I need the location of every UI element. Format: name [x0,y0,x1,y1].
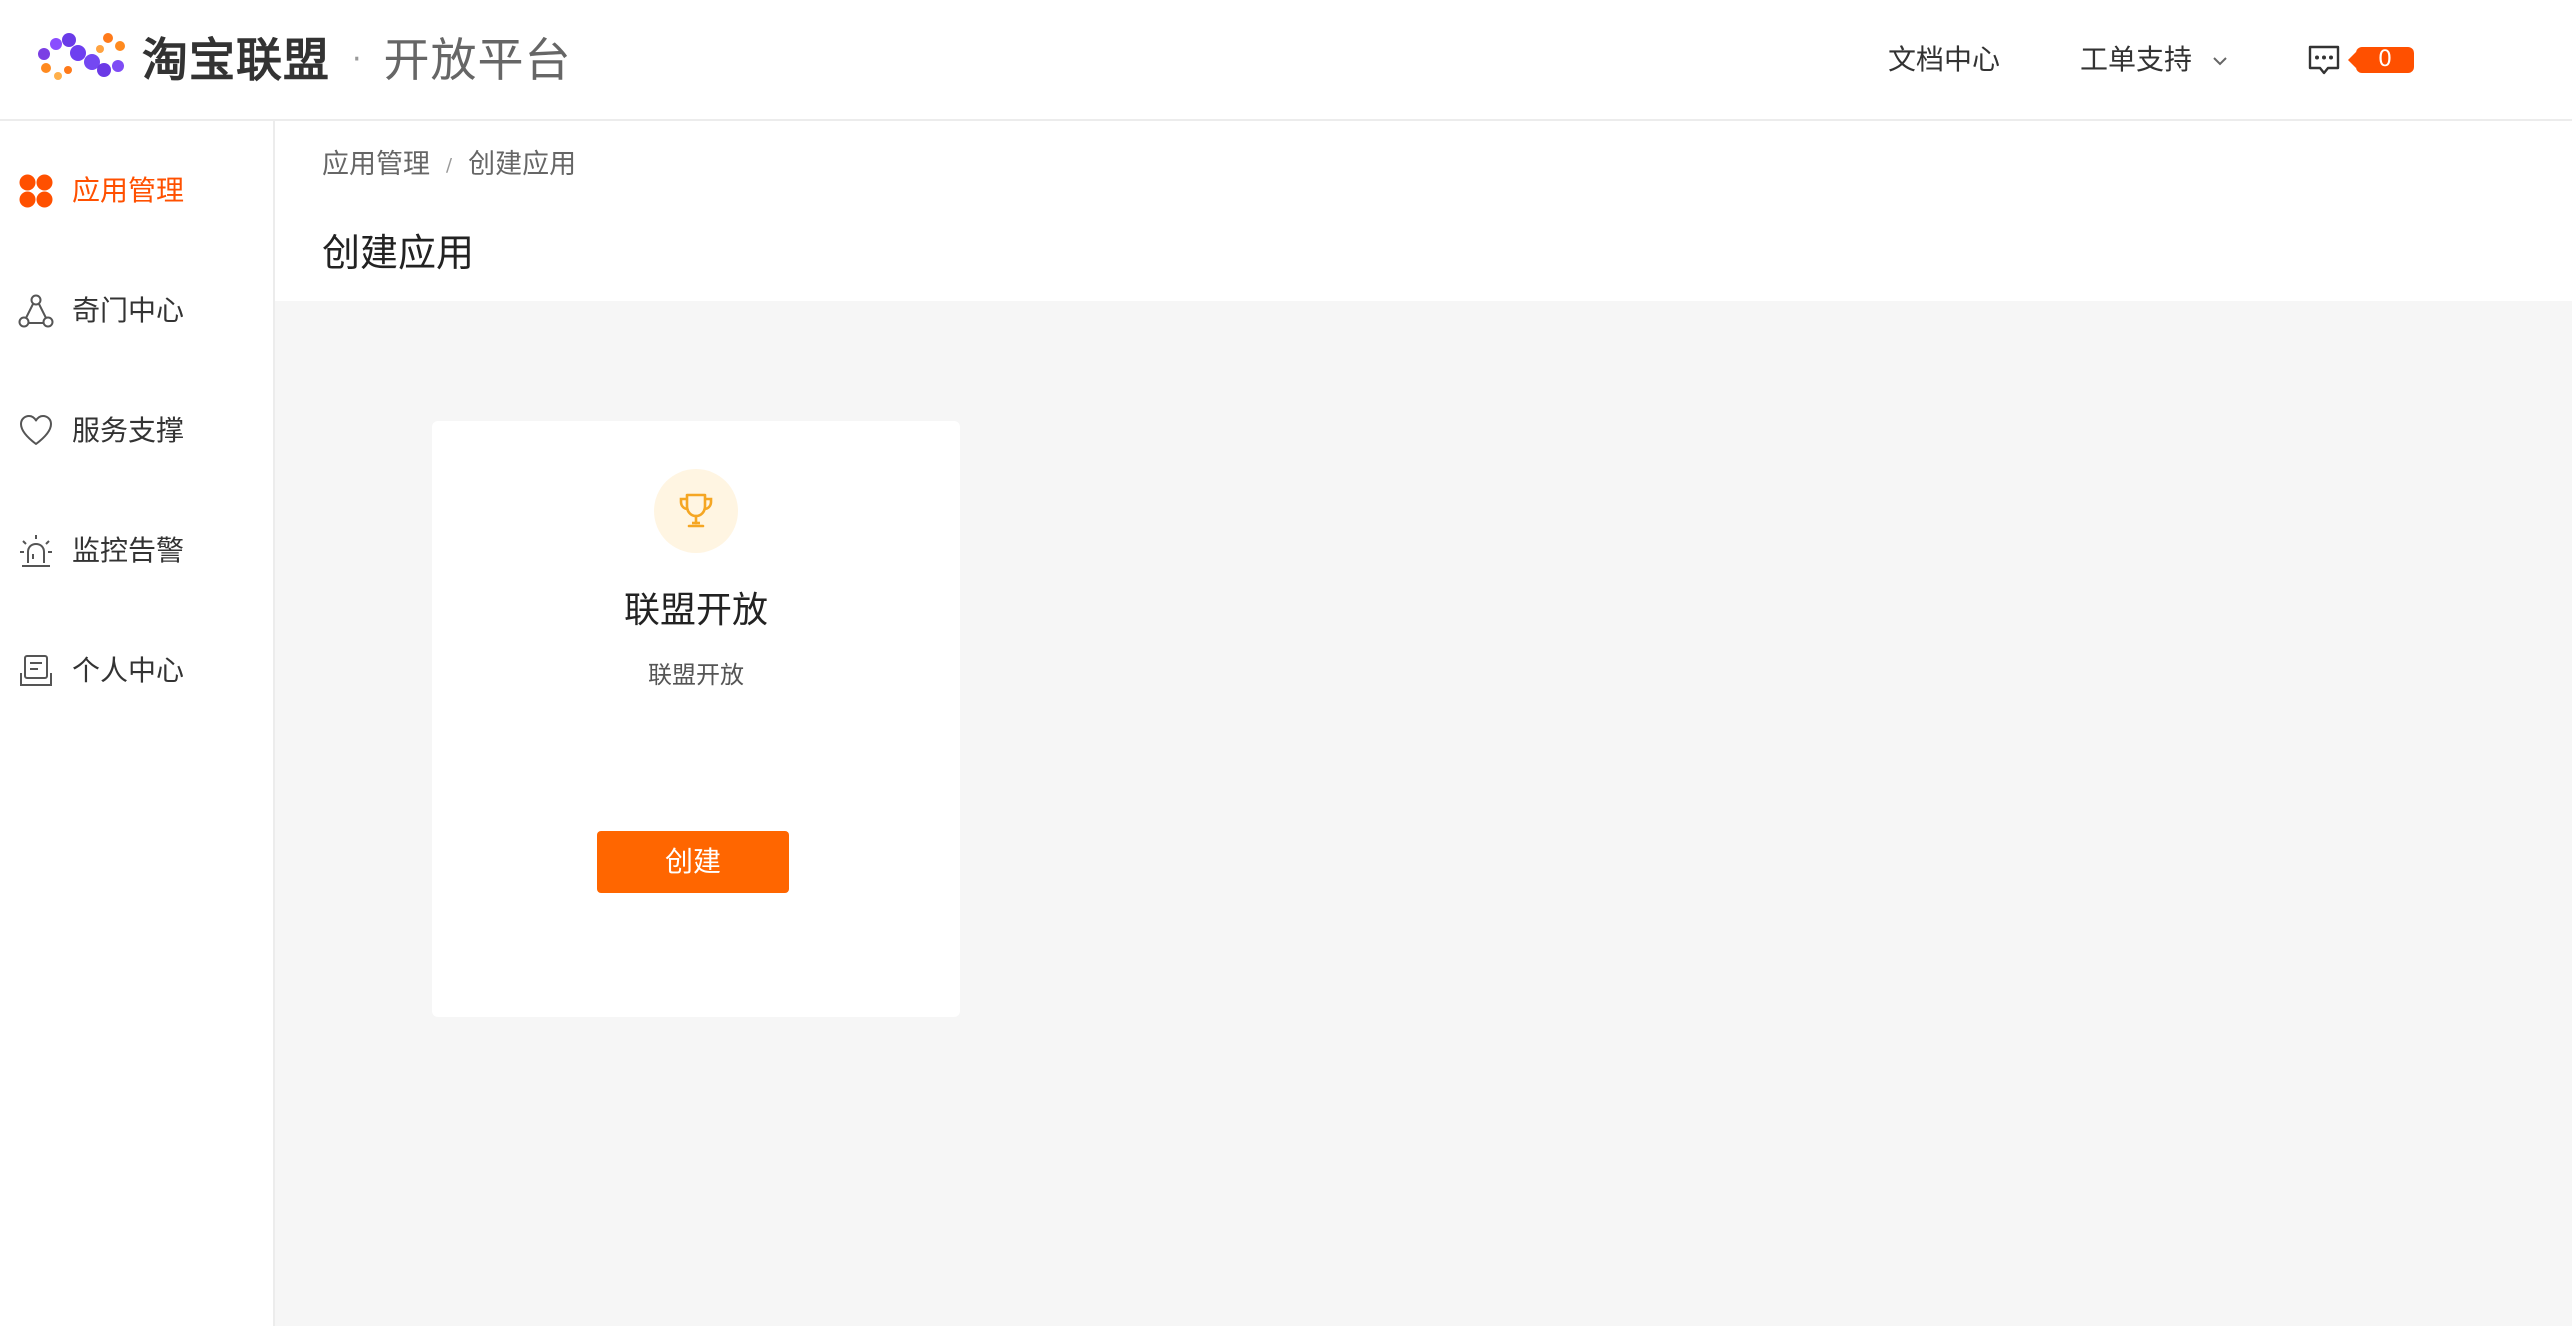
nav-docs-center[interactable]: 文档中心 [1888,36,2000,84]
trophy-icon [679,493,713,528]
content-area: 联盟开放 联盟开放 创建 [275,301,2572,1326]
network-icon [18,294,54,328]
breadcrumb-item-app-management[interactable]: 应用管理 [322,149,430,180]
page-title: 创建应用 [322,231,475,275]
nav-ticket-support-label: 工单支持 [2080,43,2193,76]
chevron-down-icon [2213,57,2227,66]
page-header: 应用管理 / 创建应用 创建应用 [275,121,2572,301]
create-button[interactable]: 创建 [597,831,789,893]
breadcrumb: 应用管理 / 创建应用 [322,143,576,188]
breadcrumb-separator: / [446,154,453,176]
grid-icon [19,174,53,208]
top-header: 淘宝联盟 · 开放平台 文档中心 工单支持 0 [0,0,2572,121]
sidebar-item-personal-center[interactable]: 个人中心 [0,641,273,701]
brand-name: 淘宝联盟 [142,33,330,87]
breadcrumb-item-current: 创建应用 [468,149,577,180]
nav-ticket-support[interactable]: 工单支持 [2080,36,2229,84]
sidebar-nav: 应用管理 奇门中心 服务支撑 监控告警 个人中心 [0,121,275,1326]
sidebar-item-label: 个人中心 [72,654,185,687]
alarm-icon [20,535,52,567]
brand-subtitle: 开放平台 [383,33,572,87]
app-type-card: 联盟开放 联盟开放 创建 [432,421,960,1017]
nav-docs-center-label: 文档中心 [1888,43,2001,76]
sidebar-item-service-support[interactable]: 服务支撑 [0,401,273,461]
sidebar-item-app-management[interactable]: 应用管理 [0,161,273,221]
message-count-badge: 0 [2348,47,2414,73]
sidebar-item-label: 奇门中心 [72,294,185,327]
card-title: 联盟开放 [623,590,768,631]
heart-icon [20,415,52,445]
message-icon [2308,45,2340,75]
sidebar-item-monitor-alarm[interactable]: 监控告警 [0,521,273,581]
brand-logo-icon [38,33,125,80]
profile-icon [20,655,52,686]
sidebar-item-label: 应用管理 [72,174,185,207]
messages-button[interactable]: 0 [2306,40,2414,80]
sidebar-item-label: 服务支撑 [72,414,185,447]
sidebar-item-qimen-center[interactable]: 奇门中心 [0,281,273,341]
sidebar-item-label: 监控告警 [72,534,185,567]
brand-logo[interactable]: 淘宝联盟 · 开放平台 [36,32,572,88]
card-icon-circle [654,469,738,553]
brand-separator: · [352,42,362,77]
card-description: 联盟开放 [648,661,744,689]
